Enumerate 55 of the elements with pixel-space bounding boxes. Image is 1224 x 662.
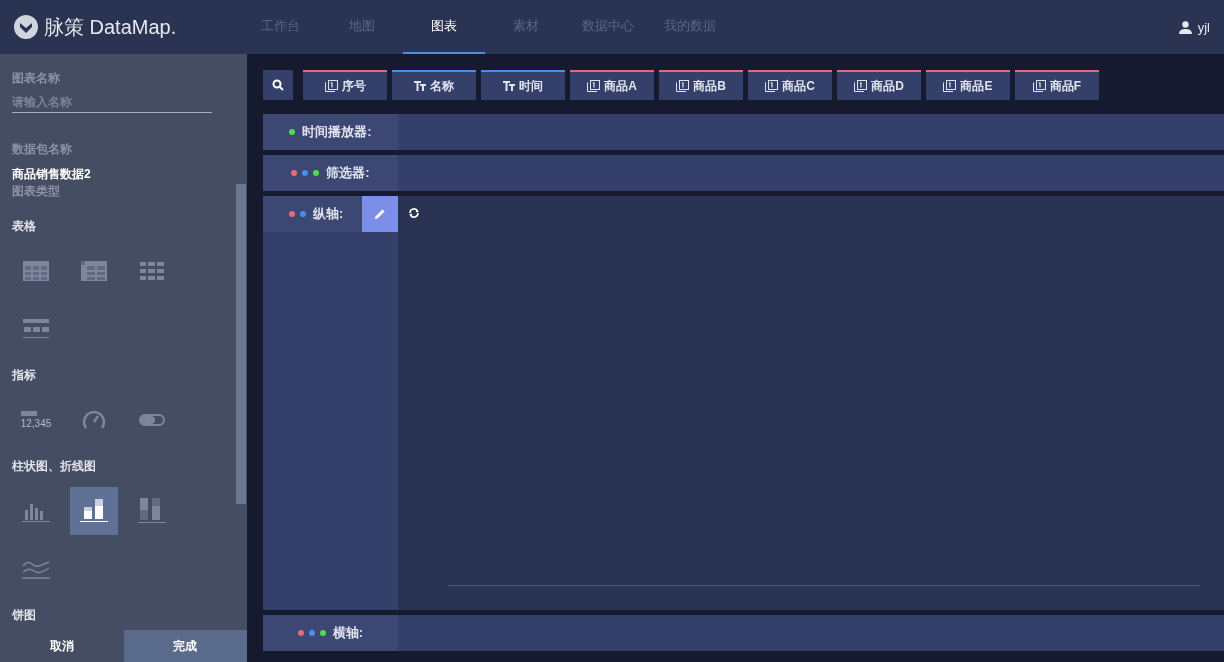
user-name[interactable]: yjl: [1197, 19, 1210, 35]
chart-type-option[interactable]: [70, 487, 118, 535]
toggle-icon: [139, 414, 165, 426]
zone-title: 时间播放器:: [302, 123, 372, 141]
line-chart-icon: [22, 558, 50, 580]
field-label: 图表名称: [12, 70, 61, 87]
field-chip[interactable]: 名称: [392, 70, 476, 100]
search-icon: [272, 79, 284, 91]
number-type-icon: [1032, 80, 1046, 92]
sample-number: 12,345: [20, 418, 52, 429]
section-title: 柱状图、折线图: [12, 458, 97, 475]
section-title: 表格: [12, 218, 37, 235]
edit-button[interactable]: [362, 196, 398, 232]
table-icon: [23, 319, 49, 339]
pencil-icon: [374, 208, 386, 220]
stacked-bar-icon: [80, 499, 108, 523]
zone-title: 横轴:: [332, 624, 364, 642]
nav-tab[interactable]: 图表: [403, 0, 485, 54]
field-chip[interactable]: 商品D: [837, 70, 921, 100]
text-type-icon: [503, 81, 515, 91]
logo-text: 脉策 DataMap.: [44, 14, 177, 40]
number-card-icon: [20, 411, 37, 416]
table-icon: [23, 261, 49, 281]
done-button[interactable]: 完成: [123, 630, 247, 662]
zone-title: 纵轴:: [313, 205, 344, 223]
field-label: 图表类型: [12, 183, 61, 200]
field-chip[interactable]: 商品E: [926, 70, 1010, 100]
field-chip[interactable]: 商品A: [570, 70, 654, 100]
user-icon: [1178, 20, 1192, 34]
chart-type-option[interactable]: 12,345: [12, 396, 60, 444]
field-label: 数据包名称: [12, 141, 73, 158]
number-type-icon: [324, 80, 338, 92]
grid-icon: [140, 262, 164, 280]
section-title: 指标: [12, 367, 37, 384]
logo-icon: [14, 15, 38, 39]
number-type-icon: [943, 80, 957, 92]
field-chip[interactable]: 商品C: [748, 70, 832, 100]
number-type-icon: [676, 80, 690, 92]
field-chip[interactable]: 商品B: [659, 70, 743, 100]
stacked-column-icon: [138, 498, 166, 524]
package-name: 商品销售数据2: [12, 166, 92, 183]
table-icon: [81, 261, 107, 281]
scrollbar-thumb[interactable]: [236, 184, 246, 504]
refresh-icon[interactable]: [408, 208, 420, 218]
zone-title: 筛选器:: [326, 164, 370, 182]
field-chip[interactable]: 商品F: [1015, 70, 1099, 100]
number-type-icon: [765, 80, 779, 92]
field-chip[interactable]: 序号: [303, 70, 387, 100]
number-type-icon: [587, 80, 601, 92]
field-chip[interactable]: 时间: [481, 70, 565, 100]
search-button[interactable]: [263, 70, 293, 100]
gauge-icon: [82, 410, 106, 430]
text-type-icon: [414, 81, 426, 91]
number-type-icon: [854, 80, 868, 92]
section-title: 饼图: [12, 607, 37, 624]
